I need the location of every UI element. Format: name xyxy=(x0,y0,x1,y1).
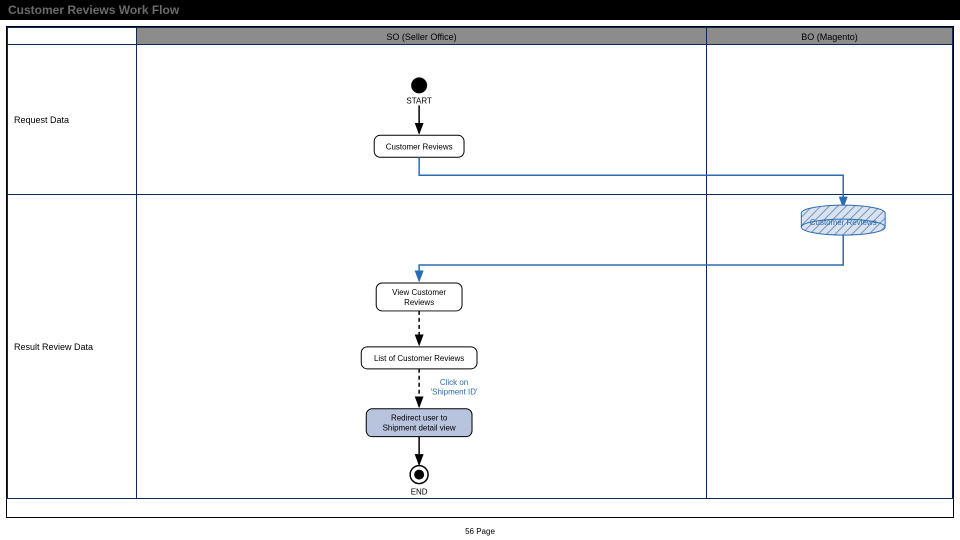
column-header-so: SO (Seller Office) xyxy=(137,27,707,45)
node-db-label: Customer Reviews xyxy=(810,218,877,227)
node-view-reviews-l2: Reviews xyxy=(404,298,434,307)
node-redirect-l1: Redirect user to xyxy=(391,414,448,423)
node-list-reviews-label: List of Customer Reviews xyxy=(374,354,464,363)
column-header-row: SO (Seller Office) BO (Magento) xyxy=(7,27,953,45)
column-header-blank xyxy=(7,27,137,45)
end-node-inner xyxy=(414,470,424,480)
node-view-reviews-l1: View Customer xyxy=(392,288,446,297)
node-db-customer-reviews: Customer Reviews xyxy=(801,205,885,235)
page-footer: 56 Page xyxy=(0,527,960,536)
swimlane-frame: SO (Seller Office) BO (Magento) Request … xyxy=(6,26,954,518)
flowchart-svg: START Customer Reviews Customer Reviews xyxy=(7,45,953,517)
page-title: Customer Reviews Work Flow xyxy=(8,3,179,17)
edge-label-click-l2: 'Shipment ID' xyxy=(431,388,478,397)
node-redirect-l2: Shipment detail view xyxy=(383,424,456,433)
start-node xyxy=(411,77,427,93)
edge-custreviews-db xyxy=(419,157,843,207)
edge-label-click-l1: Click on xyxy=(440,378,468,387)
column-header-bo: BO (Magento) xyxy=(707,27,953,45)
end-label: END xyxy=(411,488,428,497)
edge-db-view xyxy=(419,235,843,281)
start-label: START xyxy=(406,96,432,105)
node-customer-reviews-label: Customer Reviews xyxy=(386,142,453,151)
title-bar: Customer Reviews Work Flow xyxy=(0,0,960,20)
